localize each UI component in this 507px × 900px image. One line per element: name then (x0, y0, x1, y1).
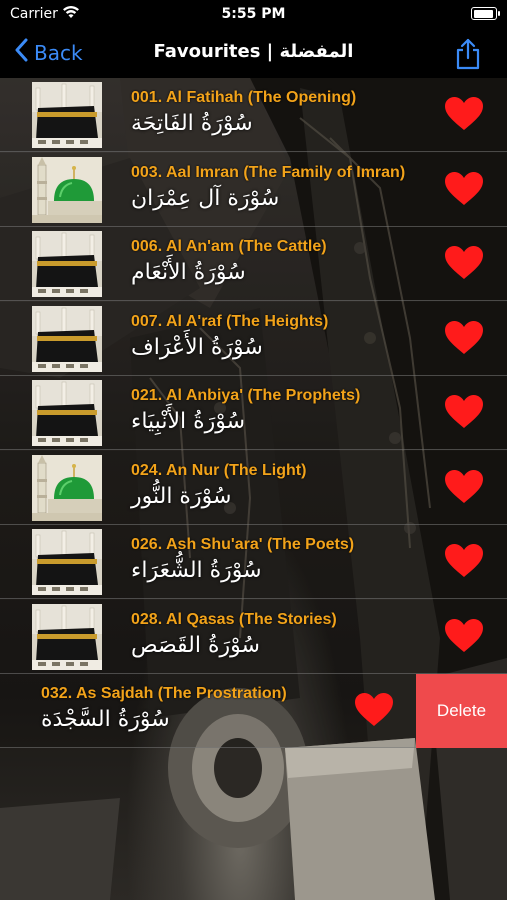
surah-row[interactable]: 021. Al Anbiya' (The Prophets) سُوْرَةُ ا… (0, 376, 507, 450)
surah-name: 003. Aal Imran (The Family of Imran) (131, 163, 406, 181)
surah-row[interactable]: 001. Al Fatihah (The Opening) سُوْرَةُ ال… (0, 78, 507, 152)
surah-row[interactable]: 026. Ash Shu'ara' (The Poets) سُوْرَةُ ال… (0, 525, 507, 599)
status-bar: Carrier 5:55 PM (0, 0, 507, 28)
heart-icon[interactable] (444, 96, 484, 132)
surah-arabic-name: سُوْرَةُ الأَعْرَاف (131, 334, 263, 360)
surah-arabic-name: سُوْرَةُ القَصَص (131, 632, 260, 658)
kaaba-thumbnail (32, 231, 102, 297)
surah-name: 007. Al A'raf (The Heights) (131, 312, 329, 330)
surah-name: 021. Al Anbiya' (The Prophets) (131, 387, 361, 404)
clock: 5:55 PM (221, 6, 286, 22)
navigation-bar: Back Favourites | المفضلة (0, 28, 507, 78)
kaaba-thumbnail (32, 82, 102, 148)
surah-row[interactable]: 006. Al An'am (The Cattle) سُوْرَةُ الأَن… (0, 227, 507, 301)
surah-arabic-name: سُوْرَة آل عِمْرَان (131, 185, 280, 211)
heart-icon[interactable] (444, 171, 484, 207)
heart-icon[interactable] (444, 245, 484, 281)
favourites-list[interactable]: 001. Al Fatihah (The Opening) سُوْرَةُ ال… (0, 78, 507, 900)
surah-row[interactable]: 024. An Nur (The Light) سُوْرَة النُّور (0, 450, 507, 525)
kaaba-thumbnail (32, 380, 102, 446)
surah-name: 001. Al Fatihah (The Opening) (131, 89, 357, 106)
heart-icon[interactable] (354, 692, 394, 728)
surah-arabic-name: سُوْرَةُ الفَاتِحَة (131, 111, 253, 136)
kaaba-thumbnail (32, 306, 102, 372)
heart-icon[interactable] (444, 320, 484, 356)
heart-icon[interactable] (444, 543, 484, 579)
surah-row[interactable]: 028. Al Qasas (The Stories) سُوْرَةُ القَ… (0, 599, 507, 674)
surah-name: 024. An Nur (The Light) (131, 461, 307, 479)
surah-name: 006. Al An'am (The Cattle) (131, 238, 327, 255)
kaaba-thumbnail (32, 529, 102, 595)
heart-icon[interactable] (444, 469, 484, 505)
green-dome-thumbnail (32, 455, 102, 521)
surah-name: 032. As Sajdah (The Prostration) (41, 685, 287, 702)
heart-icon[interactable] (444, 618, 484, 654)
delete-button[interactable]: Delete (416, 674, 507, 748)
surah-name: 026. Ash Shu'ara' (The Poets) (131, 536, 355, 553)
share-icon[interactable] (455, 38, 481, 74)
battery-icon (471, 7, 500, 20)
surah-row[interactable]: 003. Aal Imran (The Family of Imran) سُوْ… (0, 152, 507, 227)
surah-arabic-name: سُوْرَةُ السَّجْدَة (41, 707, 170, 732)
green-dome-thumbnail (32, 157, 102, 223)
surah-arabic-name: سُوْرَة النُّور (131, 483, 232, 509)
surah-row[interactable]: 032. As Sajdah (The Prostration) سُوْرَةُ… (0, 674, 507, 748)
heart-icon[interactable] (444, 394, 484, 430)
page-title: Favourites | المفضلة (153, 41, 354, 62)
surah-row[interactable]: 007. Al A'raf (The Heights) سُوْرَةُ الأَ… (0, 301, 507, 376)
surah-arabic-name: سُوْرَةُ الشُّعَرَاء (131, 558, 262, 583)
surah-arabic-name: سُوْرَةُ الأَنْعَام (131, 260, 246, 285)
kaaba-thumbnail (32, 604, 102, 670)
surah-name: 028. Al Qasas (The Stories) (131, 610, 337, 628)
surah-arabic-name: سُوْرَةُ الأَنْبِيَاء (131, 409, 246, 434)
